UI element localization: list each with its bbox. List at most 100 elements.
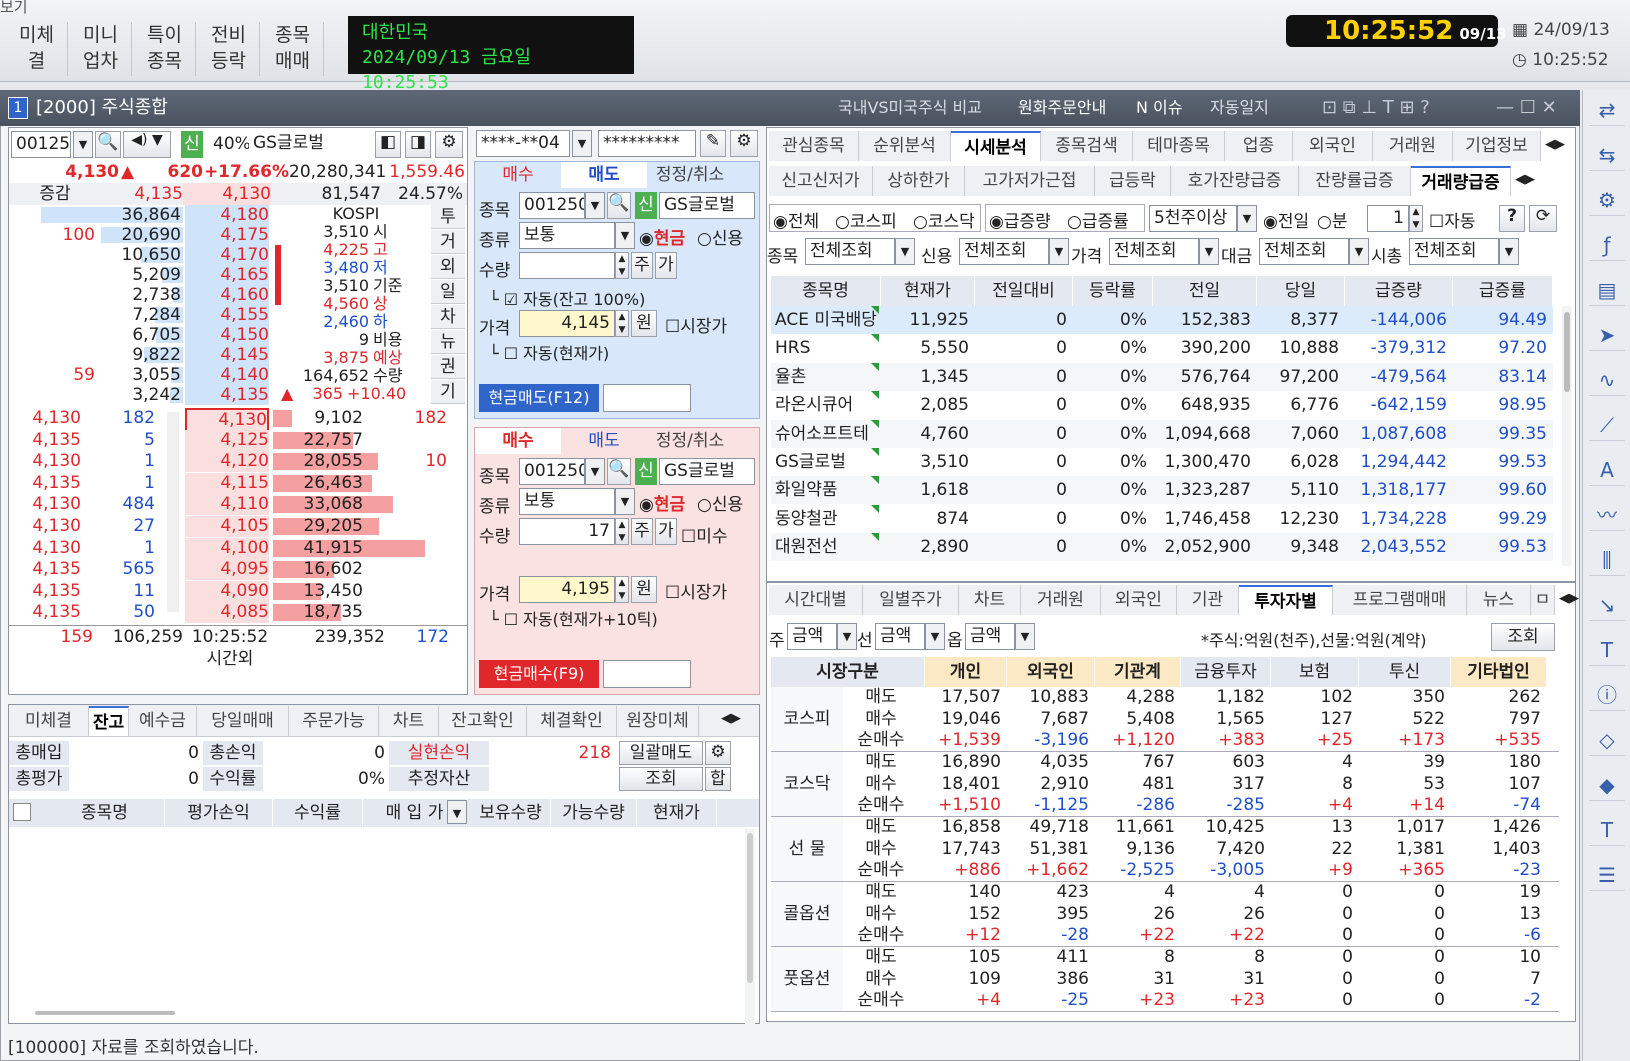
select-all-checkbox[interactable] [13,803,31,821]
toolbar-button-3[interactable]: 전비 등락 [198,22,260,76]
period-radio-0[interactable]: ◉전일 [1263,207,1309,232]
order-type-select[interactable]: 보통 [519,488,615,515]
bid-row[interactable]: 4,130 484 4,110 33,068 [9,494,467,516]
bottom-tab-4[interactable]: 주문가능 [289,706,379,736]
auto-price-checkbox[interactable]: └ ☐ 자동(현재가+10틱) [489,606,658,630]
tab-rtabs1-3[interactable]: 종목검색 [1041,131,1133,161]
credit-radio[interactable]: ○신용 [697,490,743,515]
ask-row[interactable]: 59 3,055 4,140 [9,365,281,385]
cash-radio[interactable]: ◉현금 [639,490,685,515]
eraser-all-icon[interactable]: ◆ [1589,769,1625,801]
order-tab-2[interactable]: 정정/취소 [647,428,733,454]
sort-dropdown[interactable]: ▼ [447,800,467,824]
ask-row[interactable]: 10,650 4,170 [9,245,281,265]
ask-row[interactable]: 3,242 4,135 [9,385,281,405]
speaker-icon[interactable]: ◀) ▼ [123,131,171,158]
text-icon[interactable]: T [1589,814,1625,846]
chart-icon[interactable]: ◧ [375,131,401,158]
bid-row[interactable]: 4,135 5 4,125 22,757 [9,429,467,451]
line-chart-icon[interactable]: ⟋ [1589,409,1625,441]
filter-dropdown-3[interactable]: ▼ [1349,238,1369,265]
sell-extra-input[interactable] [603,384,691,412]
price-input[interactable]: 4,145 [519,310,615,337]
share-button[interactable]: 주 [631,518,653,545]
amount-dropdown[interactable]: ▼ [1237,205,1257,232]
qty-stepper[interactable]: ▲ ▼ [615,518,629,545]
tab-rtabs1-6[interactable]: 외국인 [1293,131,1373,161]
filter-radio-2[interactable]: ○코스닥 [913,207,975,232]
filter-select-3[interactable]: 전체조회 [1259,238,1349,265]
bottom-tab-2[interactable]: 예수금 [129,706,197,736]
tab-rtabs1-7[interactable]: 거래원 [1373,131,1453,161]
tab-rtabs3-1[interactable]: 일별주가 [863,585,959,615]
ask-row[interactable]: 5,209 4,165 [9,265,281,285]
eraser-icon[interactable]: ✎ [700,130,726,157]
surge-row[interactable]: ACE 미국배당 11,925 0 0% 152,383 8,377 -144,006 94.… [771,306,1553,334]
bottom-tab-3[interactable]: 당일매매 [197,706,289,736]
surge-row[interactable]: GS글로벌 3,510 0 0% 1,300,470 6,028 1,294,442 99.5… [771,448,1553,476]
tab-rtabs1-1[interactable]: 순위분석 [859,131,951,161]
compare-link[interactable]: 국내VS미국주식 비교 [838,90,982,126]
order-tab-0[interactable]: 매수 [475,428,561,454]
inv-filter-dropdown-1[interactable]: ▼ [925,623,945,650]
stock-code-input[interactable]: 001250 [519,458,585,485]
sell-submit-button[interactable]: 현금매도(F12) [479,384,599,412]
auto-qty-checkbox[interactable]: └ ☑ 자동(잔고 100%) [489,286,645,310]
bottom-tab-8[interactable]: 원장미체 [617,706,699,736]
issue-link[interactable]: N 이슈 [1136,90,1183,126]
price-stepper[interactable]: ▲ ▼ [615,576,629,603]
sum-button[interactable]: 합 [705,767,731,791]
bid-row[interactable]: 4,135 1 4,115 26,463 [9,472,467,494]
bottom-tab-7[interactable]: 체결확인 [527,706,617,736]
inv-filter-dropdown-0[interactable]: ▼ [837,623,857,650]
inv-filter-select-0[interactable]: 금액 [787,623,837,650]
window-control-icons[interactable]: — ☐ ✕ [1496,90,1557,126]
filter-dropdown-2[interactable]: ▼ [1199,238,1219,265]
order-type-select[interactable]: 보통 [519,222,615,249]
vertical-scrollbar[interactable] [745,829,755,1025]
side-tab-0[interactable]: 투 [431,205,465,229]
gear-icon[interactable]: ⚙ [435,131,463,158]
swap-icon[interactable]: ⇄ [1589,94,1625,126]
tab-rtabs2-2[interactable]: 고가저가근접 [965,166,1095,196]
tab-rtabs1-2[interactable]: 시세분석 [951,131,1041,161]
tab-rtabs3-0[interactable]: 시간대별 [769,585,863,615]
bid-row[interactable]: 4,135 50 4,085 18,735 [9,602,467,624]
cash-radio[interactable]: ◉현금 [639,224,685,249]
arrow-icon[interactable]: ↘ [1589,589,1625,621]
share-button[interactable]: 주 [631,252,653,279]
ask-row[interactable]: 100 20,690 4,175 [9,225,281,245]
bottom-tab-5[interactable]: 차트 [379,706,439,736]
buy-extra-input[interactable] [603,660,691,688]
help-icon[interactable]: ? [1499,205,1525,232]
tab-rtabs2-6[interactable]: 거래량급증 [1411,166,1511,196]
candle-icon[interactable]: ⫼ [1589,544,1625,576]
trade-scrollbar[interactable] [167,412,179,612]
stock-dropdown[interactable]: ▼ [585,192,605,219]
tab-rtabs2-4[interactable]: 호가잔량급증 [1171,166,1299,196]
side-tab-4[interactable]: 차 [431,305,465,329]
tab-rtabs3-5[interactable]: 기관 [1177,585,1239,615]
minutes-stepper[interactable]: ▲ ▼ [1409,205,1423,232]
tab-rtabs3-4[interactable]: 외국인 [1101,585,1177,615]
tab-rtabs3-2[interactable]: 차트 [959,585,1021,615]
gear-icon[interactable]: ⚙ [730,130,758,157]
search-icon[interactable]: 🔍 [95,131,121,158]
settings-list-icon[interactable]: ☰ [1589,859,1625,891]
order-tab-0[interactable]: 매수 [475,162,561,188]
surge-row[interactable]: 대원전선 2,890 0 0% 2,052,900 9,348 2,043,552 99.53 [771,533,1553,562]
chart-icon[interactable]: ▤ [1589,274,1625,306]
stock-code-input[interactable]: 001250 [519,192,585,219]
cursor-icon[interactable]: ➤ [1589,319,1625,351]
bid-row[interactable]: 4,130 182 4,130 9,102 182 [9,408,467,433]
buy-submit-button[interactable]: 현금매수(F9) [479,660,599,688]
order-tab-2[interactable]: 정정/취소 [647,162,733,188]
price-stepper[interactable]: ▲ ▼ [615,310,629,337]
order-tab-1[interactable]: 매도 [561,162,647,188]
order-type-dropdown[interactable]: ▼ [615,488,635,515]
tab-scroll-icon[interactable]: ◀▶ [1559,591,1579,606]
ask-row[interactable]: 9,822 4,145 [9,345,281,365]
toolbar-button-4[interactable]: 종목 매매 [262,22,324,76]
filter-select-1[interactable]: 전체조회 [959,238,1049,265]
filter-radio-1[interactable]: ○코스피 [835,207,897,232]
